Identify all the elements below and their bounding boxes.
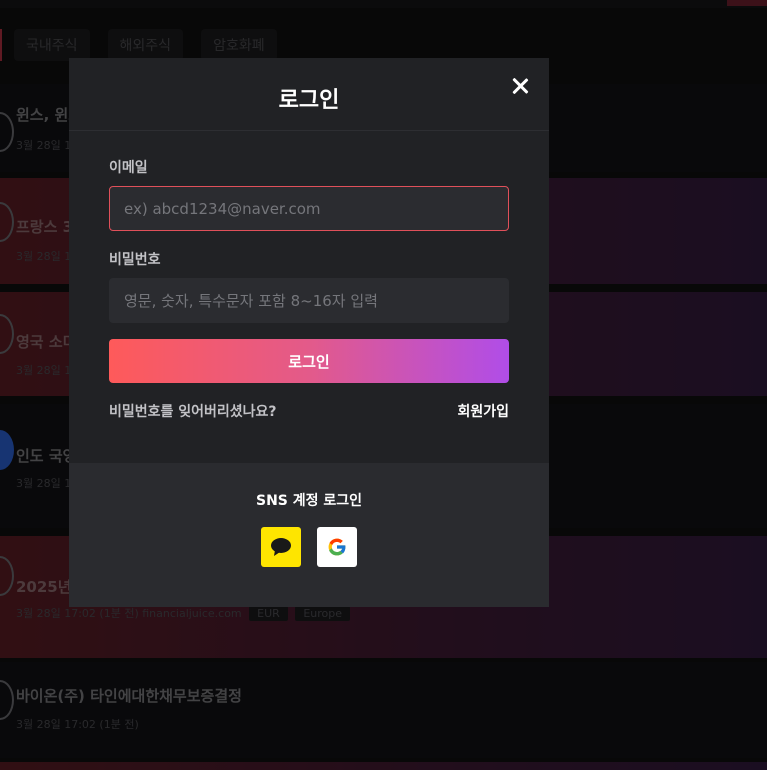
signup-link[interactable]: 회원가입 — [457, 401, 509, 421]
page: 국내주식 해외주식 암호화폐 윈스, 윈스 3월 28일 1 프랑스 3 3월 … — [0, 0, 767, 770]
kakao-speech-bubble-icon — [271, 538, 291, 556]
close-icon[interactable] — [509, 75, 531, 97]
forgot-password-link[interactable]: 비밀번호를 잊어버리셨나요? — [109, 401, 277, 421]
login-modal: 로그인 이메일 비밀번호 로그인 비밀번호를 잊어버리셨나요? 회원가입 SNS… — [69, 58, 549, 607]
sns-login-section: SNS 계정 로그인 — [69, 463, 549, 607]
email-label: 이메일 — [109, 160, 148, 176]
google-g-icon — [328, 538, 346, 556]
sns-login-title: SNS 계정 로그인 — [255, 493, 363, 509]
modal-header: 로그인 — [69, 58, 549, 131]
login-button[interactable]: 로그인 — [109, 339, 509, 383]
email-field[interactable] — [109, 186, 509, 231]
modal-title: 로그인 — [278, 88, 340, 113]
password-label: 비밀번호 — [109, 252, 161, 268]
google-login-button[interactable] — [317, 527, 357, 567]
password-field[interactable] — [109, 278, 509, 323]
kakao-login-button[interactable] — [261, 527, 301, 567]
